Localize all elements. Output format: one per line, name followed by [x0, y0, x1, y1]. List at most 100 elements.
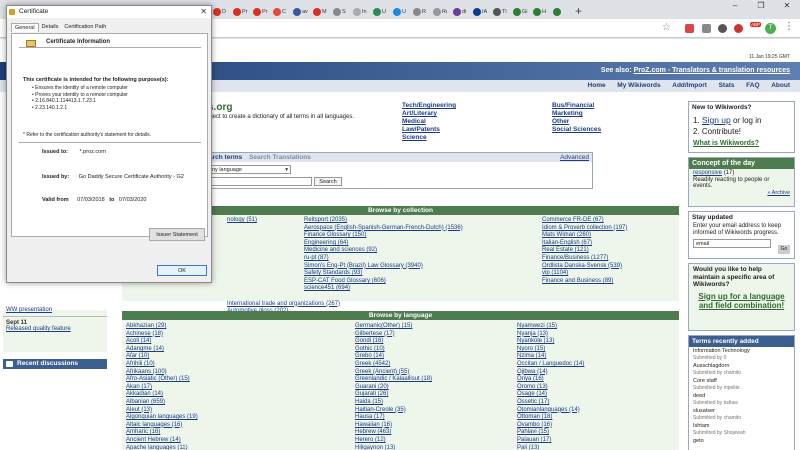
collection-link[interactable]: Aerospace (English-Spanish-German-French… [304, 225, 463, 233]
language-link[interactable]: Occitan / Languedoc (14) [517, 361, 584, 369]
browser-tab[interactable]: In [353, 4, 370, 19]
browser-tab[interactable]: Pr [253, 4, 270, 19]
list-item[interactable]: Information Technology Submitted by 0 [689, 347, 794, 362]
new-tab-button[interactable]: + [575, 4, 582, 18]
archive-link[interactable]: » Archive [767, 190, 790, 196]
list-item[interactable]: slusatser Submitted by chamito [689, 407, 794, 422]
nav-stats[interactable]: Stats [719, 82, 735, 89]
language-select[interactable]: ny language ▾ [209, 165, 291, 174]
category-link[interactable]: Tech/Engineering [402, 102, 456, 110]
issuer-statement-button[interactable]: Issuer Statement [149, 228, 205, 241]
collection-link[interactable]: Finance and Business (89) [542, 278, 627, 286]
minimize-button[interactable]: – [722, 0, 748, 12]
browser-tab[interactable]: M [313, 4, 330, 19]
language-link[interactable]: Herero (12) [355, 437, 432, 445]
language-link[interactable]: Guarani (20) [355, 384, 432, 392]
collection-link[interactable]: Idiom & Proverb collection (197) [542, 225, 627, 233]
email-field[interactable]: email [693, 239, 771, 248]
ww-presentation-link[interactable]: WW presentation [6, 307, 52, 313]
category-link[interactable]: Law/Patents [402, 126, 456, 134]
language-link[interactable]: Hawaiian (16) [355, 422, 432, 430]
go-button[interactable]: Go [778, 245, 790, 254]
language-link[interactable]: Altaic languages (16) [126, 422, 198, 430]
category-link[interactable]: Social Sciences [552, 126, 601, 134]
list-item[interactable]: deed Submitted by bstlaw [689, 392, 794, 407]
language-link[interactable]: Oromo (13) [517, 384, 584, 392]
language-link[interactable]: Otomianlanguages (14) [517, 407, 584, 415]
browser-menu-icon[interactable]: ⋮ [784, 21, 794, 32]
collection-link[interactable]: Italian-English (67) [542, 240, 627, 248]
ok-button[interactable]: OK [157, 265, 207, 276]
stop-extension-icon[interactable] [734, 24, 743, 33]
browser-tab[interactable]: di [453, 4, 470, 19]
language-link[interactable]: Osage (14) [517, 391, 584, 399]
collection-link[interactable]: science451 (694) [304, 285, 463, 293]
maximize-button[interactable]: ❐ [748, 0, 774, 12]
list-item[interactable]: Ausschlagdorn Submitted by chamito [689, 362, 794, 377]
list-item[interactable]: Ishtam Submitted by Shojewah [689, 422, 794, 437]
language-link[interactable]: Gilbertese (17) [355, 331, 432, 339]
list-item[interactable]: Core staff Submitted by mpelite [689, 377, 794, 392]
browser-tab[interactable]: av [293, 4, 310, 19]
language-link[interactable]: Nzima (14) [517, 353, 584, 361]
nav-faq[interactable]: FAQ [746, 82, 759, 89]
language-link[interactable]: Greek (Ancient) (55) [355, 369, 432, 377]
search-input[interactable] [209, 177, 312, 186]
language-link[interactable]: Afro-Asiatic (Other) (15) [126, 376, 198, 384]
language-link[interactable]: Grebo (14) [355, 353, 432, 361]
language-link[interactable]: Hiligaynon (13) [355, 445, 432, 450]
released-quality-link[interactable]: Released quality feature [6, 326, 71, 332]
category-link[interactable]: Other [552, 118, 601, 126]
language-link[interactable]: Acoli (14) [126, 338, 198, 346]
extension-circle-icon[interactable] [718, 24, 727, 33]
language-link[interactable]: Afar (10) [126, 353, 198, 361]
language-link[interactable]: Hebrew (463) [355, 429, 432, 437]
advanced-search-link[interactable]: Advanced [560, 153, 589, 162]
tab-general[interactable]: General [11, 23, 39, 32]
language-link[interactable]: Adangme (14) [126, 346, 198, 354]
collection-link[interactable]: Finance/Business (1277) [542, 255, 627, 263]
language-link[interactable]: Haitian-Creole (35) [355, 407, 432, 415]
browser-tab[interactable]: H [533, 4, 550, 19]
concept-word-link[interactable]: responsive [693, 170, 722, 176]
language-link[interactable]: Pahlavi (15) [517, 429, 584, 437]
sign-up-link[interactable]: Sign up [702, 115, 731, 125]
language-link[interactable]: Hausa (17) [355, 414, 432, 422]
language-link[interactable]: Nyamwezi (15) [517, 323, 584, 331]
language-link[interactable]: Ancient Hebrew (14) [126, 437, 198, 445]
language-link[interactable]: Ovambo (16) [517, 422, 584, 430]
collection-link[interactable]: Real Estate (121) [542, 247, 627, 255]
language-link[interactable]: Greek (4542) [355, 361, 432, 369]
language-link[interactable]: Achinese (18) [126, 331, 198, 339]
language-link[interactable]: Afrihili (10) [126, 361, 198, 369]
collection-link[interactable]: Safety Standards (93) [304, 270, 463, 278]
browser-tab[interactable]: Rı [433, 4, 450, 19]
tab-search-translations[interactable]: Search Translations [249, 154, 311, 161]
language-link[interactable]: Nyankole (13) [517, 338, 584, 346]
nav-home[interactable]: Home [588, 82, 606, 89]
language-link[interactable]: Apache languages (11) [126, 445, 198, 450]
list-item[interactable]: geto [689, 437, 794, 446]
language-link[interactable]: Palauan (17) [517, 437, 584, 445]
language-link[interactable]: Haida (15) [355, 399, 432, 407]
language-link[interactable]: Pali (13) [517, 445, 584, 450]
browser-tab[interactable] [553, 4, 570, 19]
category-link[interactable]: Science [402, 134, 456, 142]
collection-link[interactable]: ESP-CAT Food Glossary (606) [304, 278, 463, 286]
language-link[interactable]: Akkadian (14) [126, 391, 198, 399]
extension-icon[interactable] [702, 24, 711, 33]
category-link[interactable]: Art/Literary [402, 110, 456, 118]
pdf-extension-icon[interactable] [685, 24, 694, 33]
language-link[interactable]: Gujarati (26) [355, 391, 432, 399]
language-link[interactable]: Gondi (16) [355, 338, 432, 346]
language-link[interactable]: Nyanja (13) [517, 331, 584, 339]
collection-link[interactable]: International trade and organizations (2… [227, 301, 340, 309]
browser-tab[interactable]: Gi [513, 4, 530, 19]
browser-tab[interactable]: Tl [493, 4, 510, 19]
language-link[interactable]: Ojibwa (14) [517, 369, 584, 377]
category-link[interactable]: Marketing [552, 110, 601, 118]
collection-link[interactable]: Reitsport (2035) [304, 217, 463, 225]
category-link[interactable]: Bus/Financial [552, 102, 601, 110]
language-link[interactable]: Akan (17) [126, 384, 198, 392]
browser-tab[interactable]: D [213, 4, 230, 19]
